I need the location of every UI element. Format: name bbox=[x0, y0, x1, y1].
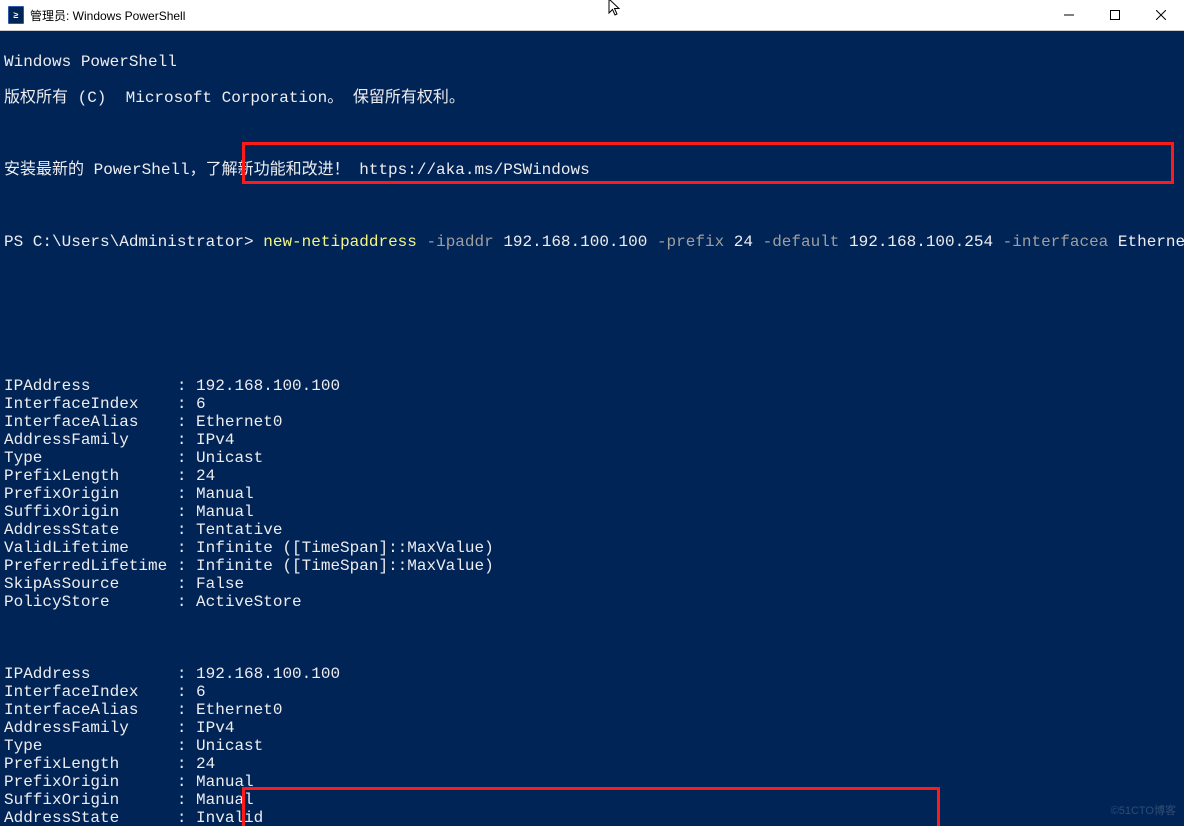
prompt-line: PS C:\Users\Administrator> new-netipaddr… bbox=[4, 233, 1180, 251]
command-new-netipaddress: new-netipaddress bbox=[263, 233, 417, 251]
terminal[interactable]: Windows PowerShell 版权所有 (C) Microsoft Co… bbox=[0, 31, 1184, 826]
output-line: SkipAsSource : False bbox=[4, 575, 1180, 593]
output-line: InterfaceIndex : 6 bbox=[4, 395, 1180, 413]
output-line: IPAddress : 192.168.100.100 bbox=[4, 377, 1180, 395]
output-line: InterfaceAlias : Ethernet0 bbox=[4, 701, 1180, 719]
output-line: AddressFamily : IPv4 bbox=[4, 431, 1180, 449]
output-line: InterfaceIndex : 6 bbox=[4, 683, 1180, 701]
output-line: Type : Unicast bbox=[4, 449, 1180, 467]
output-line: PrefixOrigin : Manual bbox=[4, 485, 1180, 503]
output-line: SuffixOrigin : Manual bbox=[4, 503, 1180, 521]
blank-line bbox=[4, 341, 1180, 359]
output-line: AddressState : Tentative bbox=[4, 521, 1180, 539]
output-line: AddressFamily : IPv4 bbox=[4, 719, 1180, 737]
output-line: PolicyStore : ActiveStore bbox=[4, 593, 1180, 611]
blank-line bbox=[4, 125, 1180, 143]
app-icon: ≥ bbox=[8, 7, 24, 23]
output-line: Type : Unicast bbox=[4, 737, 1180, 755]
banner-line: Windows PowerShell bbox=[4, 53, 1180, 71]
output-block: IPAddress : 192.168.100.100InterfaceInde… bbox=[4, 377, 1180, 611]
cursor-icon bbox=[608, 0, 624, 23]
output-line: InterfaceAlias : Ethernet0 bbox=[4, 413, 1180, 431]
blank-line bbox=[4, 197, 1180, 215]
banner-line: 版权所有 (C) Microsoft Corporation。 保留所有权利。 bbox=[4, 89, 1180, 107]
blank-line bbox=[4, 305, 1180, 323]
output-line: ValidLifetime : Infinite ([TimeSpan]::Ma… bbox=[4, 539, 1180, 557]
close-button[interactable] bbox=[1138, 0, 1184, 30]
output-line: IPAddress : 192.168.100.100 bbox=[4, 665, 1180, 683]
minimize-button[interactable] bbox=[1046, 0, 1092, 30]
watermark-text: ©51CTO博客 bbox=[1111, 802, 1176, 820]
maximize-button[interactable] bbox=[1092, 0, 1138, 30]
window: ≥ 管理员: Windows PowerShell Windows PowerS… bbox=[0, 0, 1184, 826]
output-line: PrefixLength : 24 bbox=[4, 467, 1180, 485]
output-line: PreferredLifetime : Infinite ([TimeSpan]… bbox=[4, 557, 1180, 575]
titlebar[interactable]: ≥ 管理员: Windows PowerShell bbox=[0, 0, 1184, 31]
window-title: 管理员: Windows PowerShell bbox=[30, 7, 185, 24]
highlight-box bbox=[242, 787, 940, 826]
output-line: PrefixLength : 24 bbox=[4, 755, 1180, 773]
blank-line bbox=[4, 629, 1180, 647]
blank-line bbox=[4, 269, 1180, 287]
highlight-box bbox=[242, 142, 1174, 184]
